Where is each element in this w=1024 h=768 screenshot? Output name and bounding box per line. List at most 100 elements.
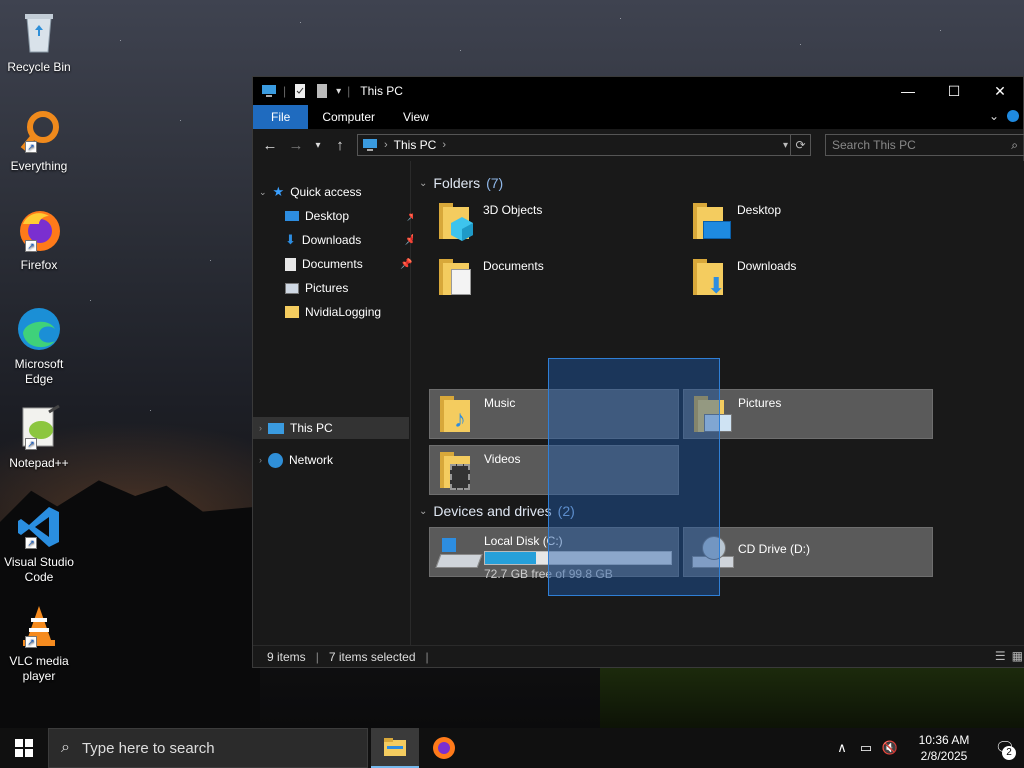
3d-objects-folder-icon [437,199,477,243]
folder-icon [285,306,299,318]
folder-label: 3D Objects [483,203,543,217]
folder-tile-documents[interactable]: Documents [429,253,679,303]
edge-icon [15,305,63,353]
this-pc-icon [268,422,284,434]
nav-quick-access[interactable]: ⌄ ★ Quick access [259,181,362,203]
nav-item-pictures[interactable]: Pictures 📌 [285,277,426,299]
group-count: (7) [486,175,504,191]
address-bar[interactable]: › This PC › ▾ ⟳ [357,134,811,156]
desktop-folder-icon [285,211,299,221]
recent-locations-icon[interactable]: ▾ [311,134,325,156]
start-button[interactable] [0,728,48,768]
nav-item-documents[interactable]: Documents 📌 [285,253,413,275]
desktop-icon-firefox[interactable]: ↗ Firefox [2,206,76,273]
clock[interactable]: 10:36 AM 2/8/2025 [902,732,986,764]
desktop-icon-edge[interactable]: Microsoft Edge [2,305,76,387]
action-center-button[interactable]: 🗨 2 [986,728,1024,768]
tab-file[interactable]: File [253,105,309,129]
drive-tile-cd-drive-d[interactable]: CD Drive (D:) [683,527,933,577]
folders-group-header[interactable]: ⌄ Folders (7) [419,175,503,191]
network-status-icon[interactable]: ▭ [854,740,878,756]
up-button[interactable]: ↑ [329,134,351,156]
properties-icon[interactable] [292,83,308,99]
breadcrumb-chevron-icon: › [442,139,447,151]
view-toggles: ☰ ▦ [995,649,1023,663]
windows-logo-icon [15,739,33,757]
nav-item-label: Desktop [305,209,350,223]
desktop-icon-vlc[interactable]: ↗ VLC media player [2,602,76,684]
folder-tile-3d-objects[interactable]: 3D Objects [429,197,679,247]
search-input[interactable]: Search This PC ⌕ [825,134,1024,156]
help-icon[interactable] [1007,110,1019,122]
document-icon [285,257,296,271]
vlc-icon: ↗ [15,602,63,650]
tab-view[interactable]: View [389,105,443,129]
file-explorer-icon [384,738,406,756]
maximize-button[interactable]: ☐ [931,77,977,105]
shortcut-arrow-icon: ↗ [25,141,37,153]
desktop-icon-recycle-bin[interactable]: Recycle Bin [2,8,76,75]
music-note-icon: ♪ [454,406,466,433]
search-icon: ⌕ [1011,138,1018,152]
folder-label: Documents [483,259,544,273]
volume-muted-icon[interactable]: 🔇 [878,740,902,756]
breadcrumb-this-pc[interactable]: This PC [394,138,437,152]
taskbar-file-explorer[interactable] [371,728,419,768]
tab-computer[interactable]: Computer [308,105,389,129]
new-folder-icon[interactable] [314,83,330,99]
nav-item-desktop[interactable]: Desktop 📌 [285,205,419,227]
desktop-icon-vscode[interactable]: ↗ Visual Studio Code [2,503,76,585]
nav-network[interactable]: › Network [259,449,333,471]
collapse-chevron-icon[interactable]: ⌄ [419,506,427,517]
expand-chevron-icon[interactable]: › [259,423,262,433]
taskbar-search-input[interactable]: ⌕ Type here to search [48,728,368,768]
close-button[interactable]: ✕ [977,77,1023,105]
expand-chevron-icon[interactable]: ⌄ [259,187,267,198]
forward-button[interactable]: → [285,134,307,156]
toolbar-separator: | [347,84,351,98]
music-folder-icon: ♪ [438,392,478,436]
nav-this-pc-label: This PC [290,421,333,435]
title-bar[interactable]: | ▾ | This PC — ☐ ✕ [253,77,1023,105]
desktop-icon-notepadpp[interactable]: ↗ Notepad++ [2,404,76,471]
group-title: Folders [433,175,481,191]
desktop-icon-label: VLC media player [9,654,69,683]
customize-toolbar-icon[interactable]: ▾ [336,86,341,97]
desktop-icon-everything[interactable]: ↗ Everything [2,107,76,174]
taskbar-search-placeholder: Type here to search [81,739,215,757]
navigation-pane: ⌄ ★ Quick access Desktop 📌 ⬇ Downloads 📌… [253,161,426,645]
show-hidden-icons-icon[interactable]: ∧ [830,740,854,756]
minimize-button[interactable]: — [885,77,931,105]
window-title: This PC [360,84,403,98]
large-icons-view-icon[interactable]: ▦ [1012,649,1023,663]
expand-chevron-icon[interactable]: › [259,455,262,465]
nav-item-downloads[interactable]: ⬇ Downloads 📌 [285,229,417,251]
grass-field [600,668,1024,728]
selected-count: 7 items selected [328,649,416,664]
refresh-icon[interactable]: ⟳ [790,135,810,155]
nav-item-nvidialogging[interactable]: NvidiaLogging [285,301,381,323]
nav-this-pc[interactable]: › This PC [259,417,333,439]
status-separator: | [425,649,429,664]
selection-marquee [548,358,720,596]
nav-network-label: Network [289,453,334,467]
details-view-icon[interactable]: ☰ [995,649,1006,663]
expand-ribbon-icon[interactable]: ⌄ [989,109,999,123]
desktop-icon-label: Recycle Bin [7,60,71,74]
folder-tile-downloads[interactable]: ⬇ Downloads [683,253,933,303]
nav-item-label: Pictures [305,281,349,295]
folder-label: Downloads [737,259,797,273]
folder-tile-pictures[interactable]: Pictures [683,389,933,439]
taskbar-firefox[interactable] [420,728,468,768]
collapse-chevron-icon[interactable]: ⌄ [419,178,427,189]
address-dropdown-icon[interactable]: ▾ [783,135,788,155]
drive-usage-fill [485,552,536,564]
window-controls: — ☐ ✕ [885,77,1023,105]
nav-item-label: NvidiaLogging [305,305,382,319]
back-button[interactable]: ← [259,134,281,156]
nav-item-label: Documents [302,257,363,271]
desktop-icon-label: Everything [10,159,68,173]
folder-tile-desktop[interactable]: Desktop [683,197,933,247]
shortcut-arrow-icon: ↗ [25,438,37,450]
desktop-icon-label: Firefox [20,258,58,272]
